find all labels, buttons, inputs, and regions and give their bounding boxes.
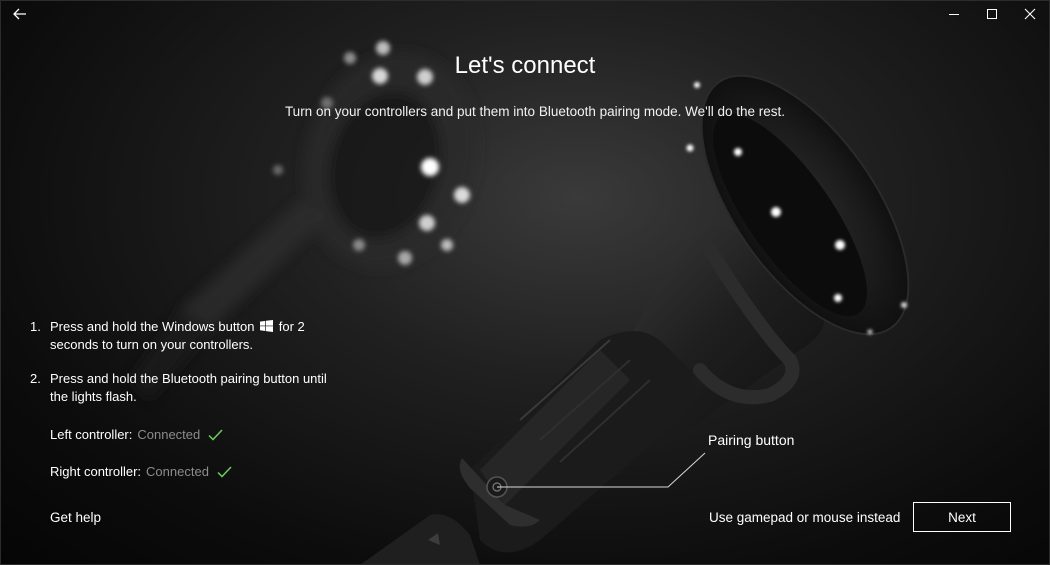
step-1: 1. Press and hold the Windows button for…: [30, 318, 330, 354]
status-value: Connected: [146, 464, 209, 479]
close-icon: [1024, 8, 1036, 20]
status-label: Right controller:: [50, 464, 142, 479]
controller-illustration: [130, 41, 910, 565]
use-gamepad-link[interactable]: Use gamepad or mouse instead: [709, 510, 900, 525]
page-subtitle: Turn on your controllers and put them in…: [284, 104, 786, 119]
close-button[interactable]: [1011, 0, 1049, 28]
step-number: 2.: [30, 371, 41, 386]
minimize-button[interactable]: [935, 0, 973, 28]
instruction-steps: 1. Press and hold the Windows button for…: [30, 318, 330, 406]
status-value: Connected: [137, 427, 201, 442]
maximize-icon: [987, 9, 997, 19]
next-button[interactable]: Next: [913, 502, 1011, 532]
step-number: 1.: [30, 319, 41, 334]
pairing-button-callout: Pairing button: [708, 432, 795, 448]
maximize-button[interactable]: [973, 0, 1011, 28]
right-controller-status: Right controller: Connected: [50, 464, 232, 479]
minimize-icon: [949, 14, 959, 15]
second-controller-partial: [360, 514, 480, 565]
back-arrow-icon: [13, 8, 26, 20]
connect-controllers-page: Let's connect Turn on your controllers a…: [0, 0, 1050, 565]
windows-logo-icon: [260, 320, 274, 332]
checkmark-icon: [217, 465, 232, 478]
checkmark-icon: [208, 428, 223, 441]
left-controller-status: Left controller: Connected: [50, 427, 223, 442]
status-label: Left controller:: [50, 427, 133, 442]
step-text: Press and hold the Windows button: [50, 319, 255, 334]
page-title: Let's connect: [454, 52, 596, 79]
get-help-link[interactable]: Get help: [50, 510, 101, 525]
step-text: Press and hold the Bluetooth pairing but…: [50, 371, 327, 404]
back-button[interactable]: [8, 4, 32, 24]
step-2: 2. Press and hold the Bluetooth pairing …: [30, 370, 330, 406]
